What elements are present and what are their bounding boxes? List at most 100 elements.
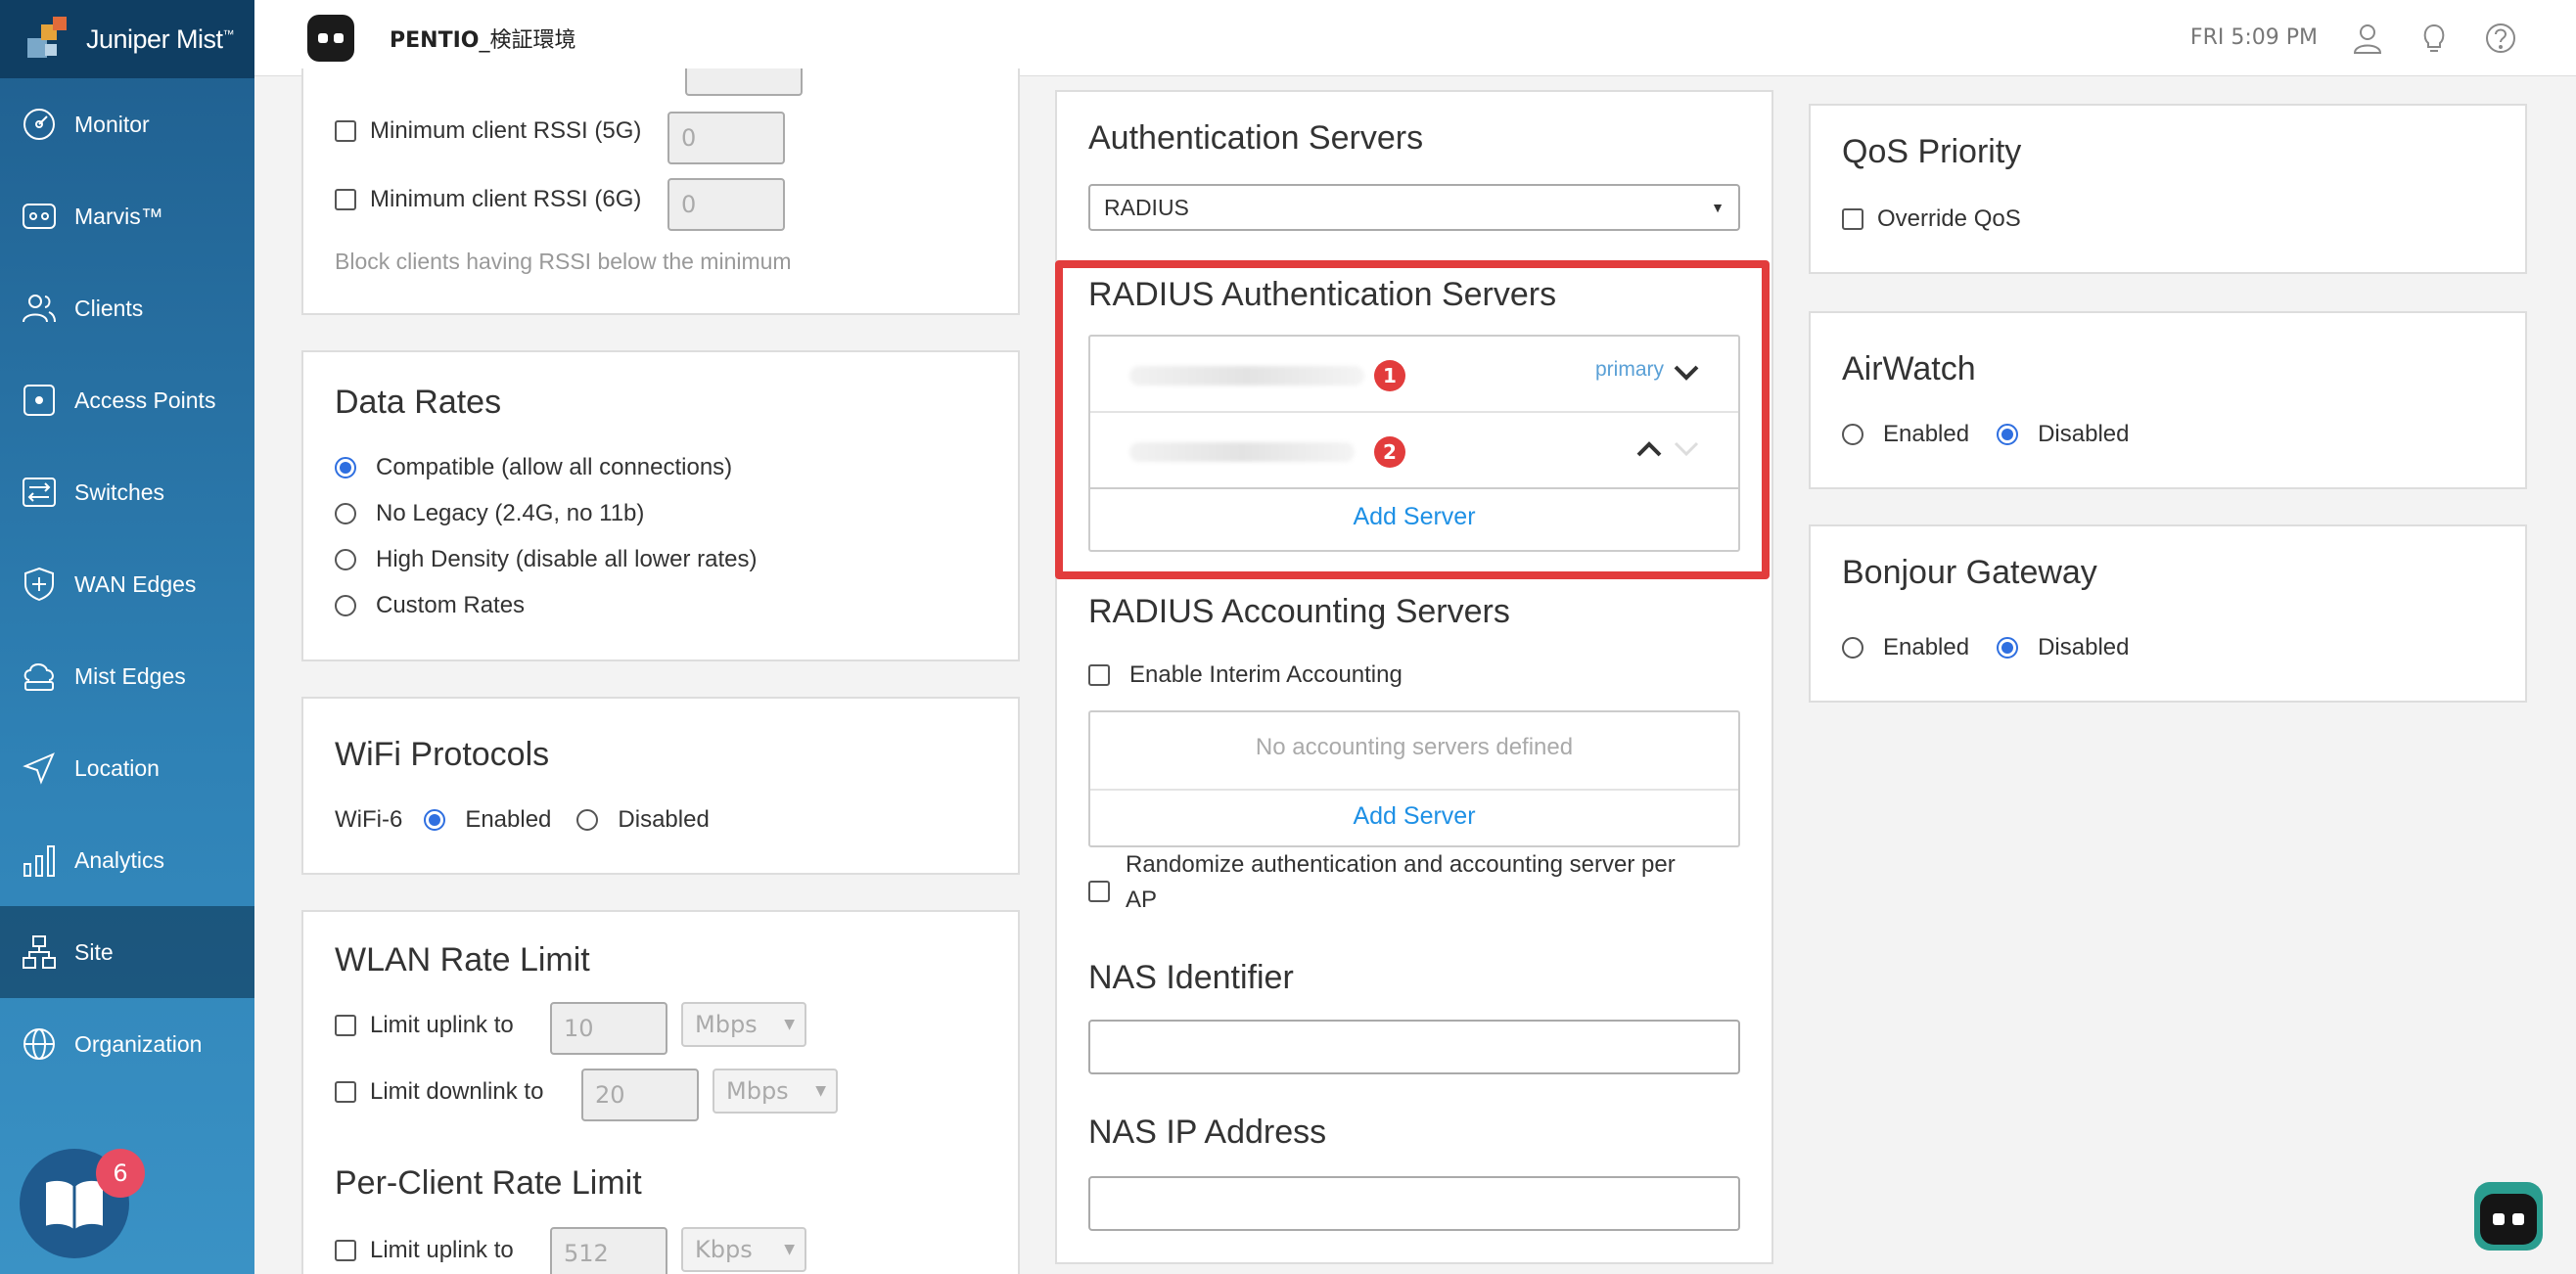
no-accounting-servers-text: No accounting servers defined <box>1255 734 1574 760</box>
caret-down-icon: ▼ <box>784 1242 795 1257</box>
sidebar-item-analytics[interactable]: Analytics <box>0 814 254 906</box>
sidebar-item-monitor[interactable]: Monitor <box>0 78 254 170</box>
data-rate-radio-custom[interactable] <box>335 595 356 616</box>
per-client-uplink-input[interactable]: 512 <box>550 1227 667 1274</box>
min-rssi-6g-checkbox[interactable] <box>335 189 356 210</box>
sidebar-item-wan-edges[interactable]: WAN Edges <box>0 538 254 630</box>
server-number-badge: 1 <box>1374 360 1405 391</box>
primary-tag: primary <box>1595 358 1665 381</box>
data-rates-panel: Data Rates Compatible (allow all connect… <box>301 350 1020 661</box>
help-icon[interactable] <box>2484 22 2517 55</box>
nas-ip-input[interactable] <box>1088 1176 1740 1231</box>
airwatch-enabled-label: Enabled <box>1883 421 1970 447</box>
data-rate-radio-no-legacy[interactable] <box>335 503 356 524</box>
organization-icon <box>23 1028 55 1060</box>
min-rssi-6g-label: Minimum client RSSI (6G) <box>370 186 642 212</box>
data-rate-option-label: Compatible (allow all connections) <box>376 454 733 480</box>
data-rate-option-label: No Legacy (2.4G, no 11b) <box>376 500 645 526</box>
sidebar-item-label: Site <box>74 938 114 965</box>
rssi-partial-field <box>685 68 803 96</box>
analytics-icon <box>23 845 55 877</box>
interim-accounting-checkbox[interactable] <box>1088 664 1110 686</box>
nas-ip-title: NAS IP Address <box>1088 1114 1327 1151</box>
airwatch-disabled-radio[interactable] <box>1997 424 2019 445</box>
airwatch-enabled-radio[interactable] <box>1842 424 1863 445</box>
limit-downlink-input[interactable]: 20 <box>581 1069 699 1121</box>
randomize-servers-label: Randomize authentication and accounting … <box>1126 851 1676 913</box>
clients-icon <box>23 295 56 323</box>
sidebar-item-location[interactable]: Location <box>0 722 254 814</box>
server-number-badge: 2 <box>1374 436 1405 468</box>
sidebar-item-clients[interactable]: Clients <box>0 262 254 354</box>
bonjour-disabled-label: Disabled <box>2038 634 2130 660</box>
add-auth-server-button[interactable]: Add Server <box>1090 503 1738 531</box>
sidebar-item-marvis[interactable]: Marvis™ <box>0 170 254 262</box>
sidebar-item-label: Analytics <box>74 846 165 873</box>
radius-server-list: 1 primary 2 Add Server <box>1088 335 1740 552</box>
radius-auth-title: RADIUS Authentication Servers <box>1088 276 1557 313</box>
randomize-servers-checkbox[interactable] <box>1088 881 1110 902</box>
sidebar-item-mist-edges[interactable]: Mist Edges <box>0 630 254 722</box>
sidebar-item-switches[interactable]: Switches <box>0 446 254 538</box>
wifi6-enabled-radio[interactable] <box>424 809 446 831</box>
per-client-uplink-unit-select[interactable]: Kbps ▼ <box>681 1227 806 1272</box>
marvis-icon <box>23 204 56 229</box>
bonjour-gateway-panel: Bonjour Gateway Enabled Disabled <box>1809 524 2527 703</box>
limit-uplink-input[interactable]: 10 <box>550 1002 667 1055</box>
marvis-chat-button[interactable] <box>2474 1182 2543 1251</box>
wlan-rate-limit-panel: WLAN Rate Limit Limit uplink to 10 Mbps ▼… <box>301 910 1020 1274</box>
wifi-protocols-panel: WiFi Protocols WiFi-6 Enabled Disabled <box>301 697 1020 875</box>
bonjour-title: Bonjour Gateway <box>1842 554 2097 591</box>
user-icon[interactable] <box>2351 22 2384 55</box>
wan-edge-icon <box>24 567 54 602</box>
limit-uplink-label: Limit uplink to <box>370 1012 514 1038</box>
per-client-uplink-label: Limit uplink to <box>370 1237 514 1263</box>
wifi-protocols-title: WiFi Protocols <box>335 736 550 773</box>
site-name[interactable]: PENTIO_検証環境 <box>390 23 575 54</box>
sidebar-item-label: Monitor <box>74 111 150 137</box>
airwatch-panel: AirWatch Enabled Disabled <box>1809 311 2527 489</box>
per-client-rate-limit-title: Per-Client Rate Limit <box>335 1164 642 1202</box>
min-rssi-5g-checkbox[interactable] <box>335 120 356 142</box>
sidebar-item-label: Access Points <box>74 387 216 413</box>
min-rssi-6g-input[interactable]: 0 <box>667 178 785 231</box>
wifi6-label: WiFi-6 <box>335 806 403 833</box>
bonjour-enabled-radio[interactable] <box>1842 637 1863 659</box>
clock-text: FRI 5:09 PM <box>2189 25 2318 50</box>
rssi-panel: Minimum client RSSI (5G) 0 Minimum clien… <box>301 68 1020 315</box>
sidebar-item-access-points[interactable]: Access Points <box>0 354 254 446</box>
override-qos-checkbox[interactable] <box>1842 208 1863 230</box>
limit-downlink-unit-select[interactable]: Mbps ▼ <box>713 1069 838 1114</box>
accounting-server-list: No accounting servers defined Add Server <box>1088 710 1740 847</box>
wifi6-disabled-radio[interactable] <box>576 809 599 831</box>
brand-logo[interactable]: Juniper Mist™ <box>0 0 254 78</box>
add-accounting-server-button[interactable]: Add Server <box>1090 802 1738 831</box>
nas-identifier-input[interactable] <box>1088 1020 1740 1074</box>
lightbulb-icon[interactable] <box>2417 22 2451 55</box>
move-down-icon[interactable] <box>1672 362 1701 384</box>
auth-server-type-select[interactable]: RADIUS ▼ <box>1088 184 1740 231</box>
move-up-icon[interactable] <box>1634 438 1664 460</box>
sidebar-item-organization[interactable]: Organization <box>0 998 254 1090</box>
monitor-icon <box>23 109 55 140</box>
data-rate-option-label: Custom Rates <box>376 592 526 618</box>
data-rate-radio-high-density[interactable] <box>335 549 356 570</box>
sidebar-item-site[interactable]: Site <box>0 906 254 998</box>
radius-server-row[interactable]: 2 <box>1090 413 1738 489</box>
auth-servers-title: Authentication Servers <box>1088 119 1424 157</box>
data-rate-radio-compatible[interactable] <box>335 457 356 478</box>
sidebar-item-label: Location <box>74 754 160 781</box>
redacted-server-address <box>1129 366 1364 386</box>
site-selector-icon[interactable] <box>307 14 354 62</box>
limit-downlink-checkbox[interactable] <box>335 1081 356 1103</box>
wlan-rate-limit-title: WLAN Rate Limit <box>335 941 590 978</box>
radius-server-row[interactable]: 1 primary <box>1090 337 1738 413</box>
sidebar-item-label: Mist Edges <box>74 662 186 689</box>
bonjour-enabled-label: Enabled <box>1883 634 1970 660</box>
min-rssi-5g-input[interactable]: 0 <box>667 112 785 164</box>
per-client-uplink-checkbox[interactable] <box>335 1240 356 1261</box>
bonjour-disabled-radio[interactable] <box>1997 637 2019 659</box>
limit-uplink-checkbox[interactable] <box>335 1015 356 1036</box>
limit-uplink-unit-select[interactable]: Mbps ▼ <box>681 1002 806 1047</box>
move-down-disabled-icon <box>1674 441 1699 457</box>
